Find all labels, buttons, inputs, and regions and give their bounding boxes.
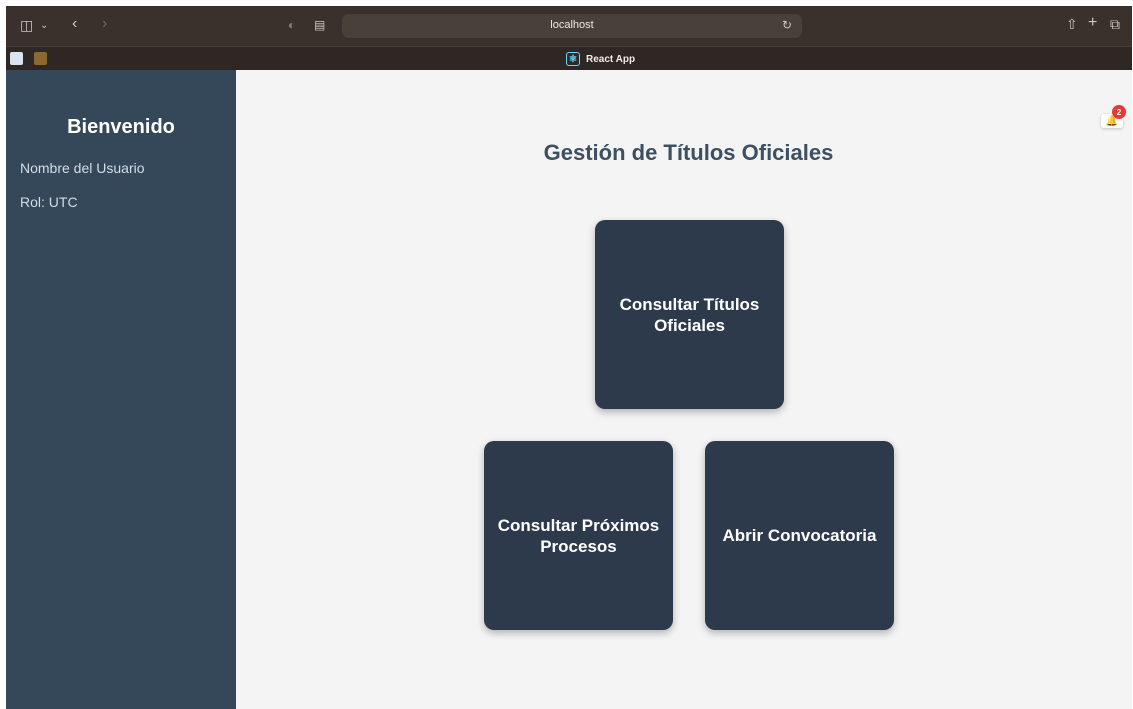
address-bar[interactable]: localhost ↻ bbox=[342, 14, 802, 38]
welcome-heading: Bienvenido bbox=[67, 116, 175, 138]
card-label: Consultar Títulos Oficiales bbox=[619, 294, 760, 335]
abrir-convocatoria-card[interactable]: Abrir Convocatoria bbox=[705, 441, 894, 630]
app-container: Bienvenido Nombre del Usuario Rol: UTC G… bbox=[6, 70, 1132, 709]
user-role: Rol: UTC bbox=[20, 194, 78, 210]
bookmark-favicon-icon[interactable] bbox=[10, 52, 23, 65]
consultar-procesos-card[interactable]: Consultar Próximos Procesos bbox=[484, 441, 673, 630]
forward-icon[interactable]: › bbox=[102, 16, 107, 32]
sidebar: Bienvenido Nombre del Usuario Rol: UTC bbox=[6, 70, 236, 709]
tabs-icon[interactable]: ⧉ bbox=[1110, 17, 1120, 31]
privacy-icon[interactable]: ◐ bbox=[288, 18, 295, 32]
page-title: Gestión de Títulos Oficiales bbox=[543, 140, 834, 165]
sidebar-toggle-icon[interactable]: ◫ bbox=[20, 18, 33, 32]
card-label: Consultar Próximos Procesos bbox=[497, 515, 660, 556]
new-tab-icon[interactable]: + bbox=[1088, 15, 1097, 31]
tab-bar: ⚛ React App bbox=[6, 46, 1132, 70]
card-label: Abrir Convocatoria bbox=[722, 526, 877, 545]
back-icon[interactable]: ‹ bbox=[72, 16, 77, 32]
react-icon: ⚛ bbox=[566, 52, 580, 66]
bookmark-favicon-icon[interactable] bbox=[34, 52, 47, 65]
notification-count-badge: 2 bbox=[1112, 105, 1126, 119]
browser-toolbar: ◫ ⌄ ‹ › ◐ ▤ localhost ↻ ⇧ + ⧉ bbox=[6, 6, 1132, 46]
address-url: localhost bbox=[550, 19, 594, 31]
reload-icon[interactable]: ↻ bbox=[782, 18, 792, 32]
tab-overview-icon[interactable]: ▤ bbox=[314, 18, 325, 32]
tab-title: React App bbox=[586, 53, 636, 65]
tab-react-app[interactable]: ⚛ React App bbox=[566, 50, 635, 68]
share-icon[interactable]: ⇧ bbox=[1066, 17, 1078, 31]
chevron-down-icon[interactable]: ⌄ bbox=[40, 19, 48, 33]
main-content: Gestión de Títulos Oficiales Consultar T… bbox=[236, 70, 1132, 709]
user-name: Nombre del Usuario bbox=[20, 160, 145, 176]
browser-window: ◫ ⌄ ‹ › ◐ ▤ localhost ↻ ⇧ + ⧉ ⚛ React Ap… bbox=[6, 6, 1132, 709]
consultar-titulos-card[interactable]: Consultar Títulos Oficiales bbox=[595, 220, 784, 409]
